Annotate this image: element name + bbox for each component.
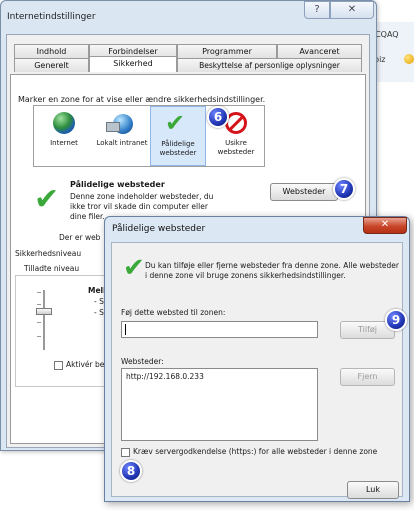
security-level-detail: - S <box>94 297 104 306</box>
list-item[interactable]: http://192.168.0.233 <box>126 372 204 381</box>
help-icon: ? <box>314 4 320 15</box>
checkmark-icon: ✔ <box>165 109 186 137</box>
close-button[interactable]: ✕ <box>330 1 374 19</box>
websites-button[interactable]: Websteder <box>270 183 338 201</box>
partial-text: Der er web <box>59 233 101 242</box>
tab-generelt[interactable]: Generelt <box>14 58 89 72</box>
security-level-heading: Sikkerhedsniveau <box>15 249 82 258</box>
zone-select-label: Marker en zone for at vise eller ændre s… <box>18 95 266 104</box>
require-https-label: Kræv servergodkendelse (https:) for alle… <box>133 447 378 456</box>
dialog-title: Pålidelige websteder <box>112 224 206 234</box>
slider-tick <box>37 322 41 323</box>
add-site-label: Føj dette websted til zonen: <box>121 308 226 317</box>
dialog-close-button[interactable]: ✕ <box>363 217 407 234</box>
checkmark-icon: ✔ <box>34 182 60 217</box>
protected-mode-label: Aktivér bes <box>66 360 109 369</box>
tab-avanceret[interactable]: Avanceret <box>277 44 362 58</box>
zone-label: Usikre websteder <box>217 139 255 156</box>
close-dialog-button[interactable]: Luk <box>347 481 399 499</box>
protected-mode-checkbox[interactable] <box>54 361 63 370</box>
zone-internet[interactable]: Internet <box>36 106 92 166</box>
tab-indhold[interactable]: Indhold <box>14 44 89 58</box>
add-site-input[interactable] <box>121 321 318 338</box>
annotation-badge-7: 7 <box>333 178 355 200</box>
zone-local-intranet[interactable]: Lokalt intranet <box>94 106 150 166</box>
zone-trusted-sites[interactable]: ✔ Pålidelige websteder <box>150 106 206 166</box>
zone-label: Pålidelige websteder <box>159 140 197 157</box>
close-icon: ✕ <box>380 219 390 230</box>
trusted-sites-info: Du kan tilføje eller fjerne websteder fr… <box>145 261 399 280</box>
zone-list: Internet Lokalt intranet ✔ Pålidelige we… <box>33 105 265 167</box>
tab-sikkerhed[interactable]: Sikkerhed <box>89 56 177 72</box>
zone-heading: Pålidelige websteder <box>70 180 165 189</box>
annotation-badge-6: 6 <box>207 106 229 128</box>
close-icon: ✕ <box>347 4 357 15</box>
window-title: Internetindstillinger <box>7 12 96 22</box>
security-level-slider[interactable] <box>36 308 52 315</box>
slider-tick <box>37 292 41 293</box>
remove-button[interactable]: Fjern <box>340 368 395 386</box>
security-level-slider-track <box>43 290 45 350</box>
help-button[interactable]: ? <box>304 1 330 19</box>
require-https-checkbox[interactable] <box>121 448 130 457</box>
annotation-badge-8: 8 <box>120 460 142 482</box>
trusted-sites-dialog: Pålidelige websteder ✕ ✔ Du kan tilføje … <box>104 216 410 502</box>
tab-privacy[interactable]: Beskyttelse af personlige oplysninger <box>177 58 362 72</box>
globe-icon <box>53 112 75 134</box>
slider-tick <box>37 336 41 337</box>
websites-list-label: Websteder: <box>121 357 164 366</box>
computer-icon <box>106 122 120 132</box>
slider-tick <box>37 304 41 305</box>
tab-programmer[interactable]: Programmer <box>177 44 277 58</box>
zone-label: Internet <box>50 139 78 147</box>
text-caret <box>125 324 126 335</box>
security-level-detail: - S <box>94 308 104 317</box>
annotation-badge-9: 9 <box>385 309 407 331</box>
zone-label: Lokalt intranet <box>96 139 148 147</box>
allowed-levels-label: Tilladte niveau <box>24 264 80 273</box>
checkmark-icon: ✔ <box>123 253 145 283</box>
favorites-site-icon <box>404 54 414 64</box>
